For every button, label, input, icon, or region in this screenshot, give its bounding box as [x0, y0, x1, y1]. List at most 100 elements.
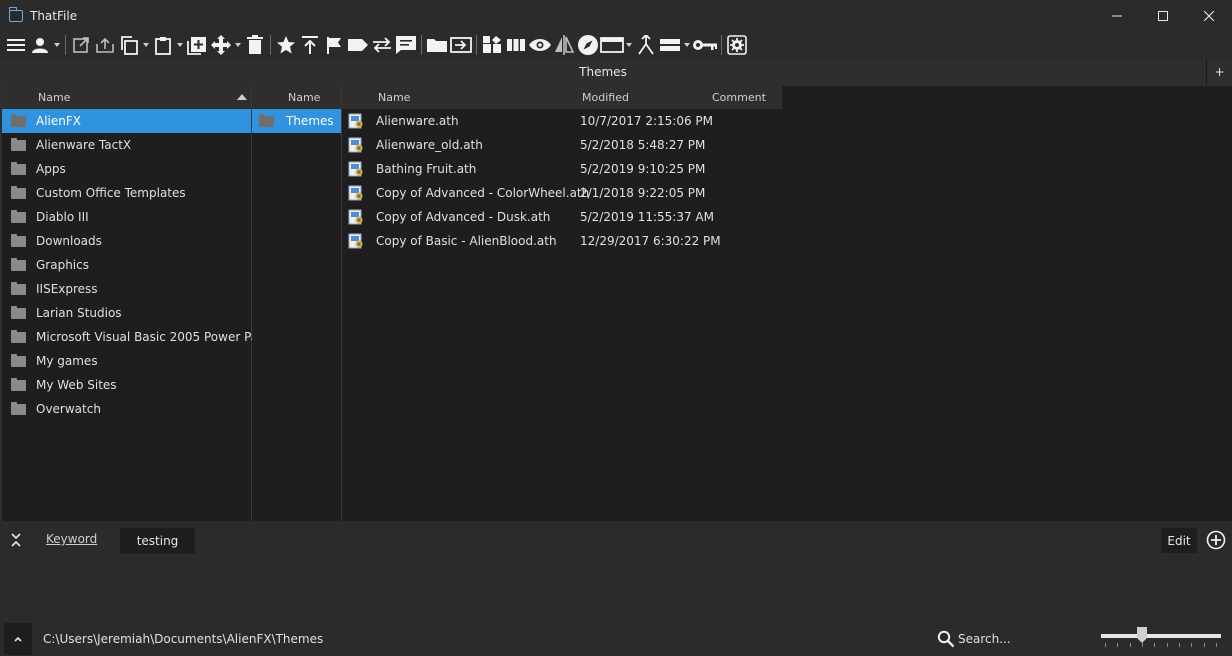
toolbar-divider: [421, 34, 422, 55]
paste-dropdown-chevron-down-icon[interactable]: [175, 31, 185, 58]
keyword-tag[interactable]: testing: [120, 528, 195, 554]
list-item[interactable]: IISExpress: [2, 277, 251, 301]
folder-icon: [11, 257, 26, 271]
sort-ascending-icon: [237, 94, 247, 100]
table-row[interactable]: Alienware.ath 10/7/2017 2:15:06 PM: [342, 109, 1232, 133]
column-header-name[interactable]: Name: [2, 86, 251, 109]
theme-file-icon: [348, 185, 363, 201]
open-external-icon[interactable]: [69, 31, 93, 58]
comment-icon[interactable]: [394, 31, 418, 58]
menu-icon[interactable]: [4, 31, 28, 58]
folder-icon: [11, 161, 26, 175]
minimize-button[interactable]: [1094, 0, 1140, 31]
zoom-slider[interactable]: [1101, 627, 1221, 651]
list-item[interactable]: Apps: [2, 157, 251, 181]
split-dropdown-chevron-down-icon[interactable]: [682, 31, 692, 58]
folder-icon: [11, 209, 26, 223]
user-icon[interactable]: [28, 31, 52, 58]
new-item-icon[interactable]: [185, 31, 209, 58]
copy-dropdown-chevron-down-icon[interactable]: [141, 31, 151, 58]
window-icon[interactable]: [600, 31, 624, 58]
search-icon: [937, 630, 955, 648]
slider-thumb[interactable]: [1137, 627, 1147, 643]
edit-button[interactable]: Edit: [1161, 528, 1197, 553]
keyword-link[interactable]: Keyword: [46, 532, 97, 546]
merge-icon[interactable]: [634, 31, 658, 58]
search-input[interactable]: [958, 628, 1088, 650]
flag-icon[interactable]: [322, 31, 346, 58]
table-row[interactable]: Bathing Fruit.ath 5/2/2019 9:10:25 PM: [342, 157, 1232, 181]
table-row[interactable]: Copy of Basic - AlienBlood.ath 12/29/201…: [342, 229, 1232, 253]
folder-list: AlienFX Alienware TactX Apps Custom Offi…: [2, 109, 278, 421]
folder-icon: [11, 113, 26, 127]
move-to-folder-icon[interactable]: [449, 31, 473, 58]
star-icon[interactable]: [274, 31, 298, 58]
column-header-name[interactable]: Name: [378, 91, 410, 104]
theme-file-icon: [348, 233, 363, 249]
paste-icon[interactable]: [151, 31, 175, 58]
folder-icon: [11, 281, 26, 295]
add-circle-icon[interactable]: [1206, 530, 1226, 550]
user-dropdown-chevron-down-icon[interactable]: [52, 31, 62, 58]
column-header-name[interactable]: Name: [252, 86, 341, 109]
columns-icon[interactable]: [504, 31, 528, 58]
move-to-top-icon[interactable]: [298, 31, 322, 58]
expand-up-button[interactable]: [4, 623, 32, 655]
theme-file-icon: [348, 137, 363, 153]
add-tab-button[interactable]: +: [1206, 58, 1232, 86]
compass-icon[interactable]: [576, 31, 600, 58]
table-row[interactable]: Copy of Advanced - ColorWheel.ath 2/1/20…: [342, 181, 1232, 205]
column-header-label: Name: [38, 91, 71, 104]
swap-icon[interactable]: [370, 31, 394, 58]
list-item[interactable]: AlienFX: [2, 109, 251, 133]
delete-icon[interactable]: [243, 31, 267, 58]
list-item[interactable]: Diablo III: [2, 205, 251, 229]
folder-icon[interactable]: [425, 31, 449, 58]
column-header-modified[interactable]: Modified: [582, 91, 629, 104]
list-item[interactable]: Themes: [252, 109, 341, 133]
copy-icon[interactable]: [117, 31, 141, 58]
window-dropdown-chevron-down-icon[interactable]: [624, 31, 634, 58]
maximize-icon: [1158, 10, 1168, 21]
eye-icon[interactable]: [528, 31, 552, 58]
list-item[interactable]: Larian Studios: [2, 301, 251, 325]
folder-icon: [11, 137, 26, 151]
slider-track: [1101, 634, 1221, 638]
key-icon[interactable]: [692, 31, 718, 58]
tab-strip: Themes +: [0, 58, 1232, 86]
file-column-headers: Name Modified Comment: [342, 86, 782, 109]
list-item[interactable]: Downloads: [2, 229, 251, 253]
list-item[interactable]: My Web Sites: [2, 373, 251, 397]
list-item[interactable]: Alienware TactX: [2, 133, 251, 157]
compare-icon[interactable]: [552, 31, 576, 58]
maximize-button[interactable]: [1140, 0, 1186, 31]
column-header-comment[interactable]: Comment: [712, 91, 766, 104]
collapse-panel-button[interactable]: [8, 531, 24, 549]
folder-pane: Name AlienFX Alienware TactX Apps Custom…: [0, 86, 278, 521]
title-bar: ThatFile: [0, 0, 1232, 31]
settings-icon[interactable]: [725, 31, 749, 58]
list-item[interactable]: Overwatch: [2, 397, 251, 421]
slider-ticks: [1101, 643, 1221, 648]
tab-themes[interactable]: Themes: [0, 58, 1206, 86]
move-dropdown-chevron-down-icon[interactable]: [233, 31, 243, 58]
table-row[interactable]: Copy of Advanced - Dusk.ath 5/2/2019 11:…: [342, 205, 1232, 229]
upload-icon[interactable]: [93, 31, 117, 58]
list-item[interactable]: Microsoft Visual Basic 2005 Power Packs: [2, 325, 278, 349]
window-title: ThatFile: [30, 8, 78, 23]
theme-file-icon: [348, 113, 363, 129]
folder-icon: [11, 185, 26, 199]
layout-icon[interactable]: [480, 31, 504, 58]
collapse-icon: [11, 533, 21, 547]
folder-icon: [11, 233, 26, 247]
list-item[interactable]: Graphics: [2, 253, 251, 277]
list-item[interactable]: My games: [2, 349, 251, 373]
list-item[interactable]: Custom Office Templates: [2, 181, 251, 205]
split-view-icon[interactable]: [658, 31, 682, 58]
move-icon[interactable]: [209, 31, 233, 58]
close-button[interactable]: [1186, 0, 1232, 31]
table-row[interactable]: Alienware_old.ath 5/2/2018 5:48:27 PM: [342, 133, 1232, 157]
tag-icon[interactable]: [346, 31, 370, 58]
folder-icon: [11, 377, 26, 391]
file-list: Alienware.ath 10/7/2017 2:15:06 PM Alien…: [342, 109, 1232, 253]
